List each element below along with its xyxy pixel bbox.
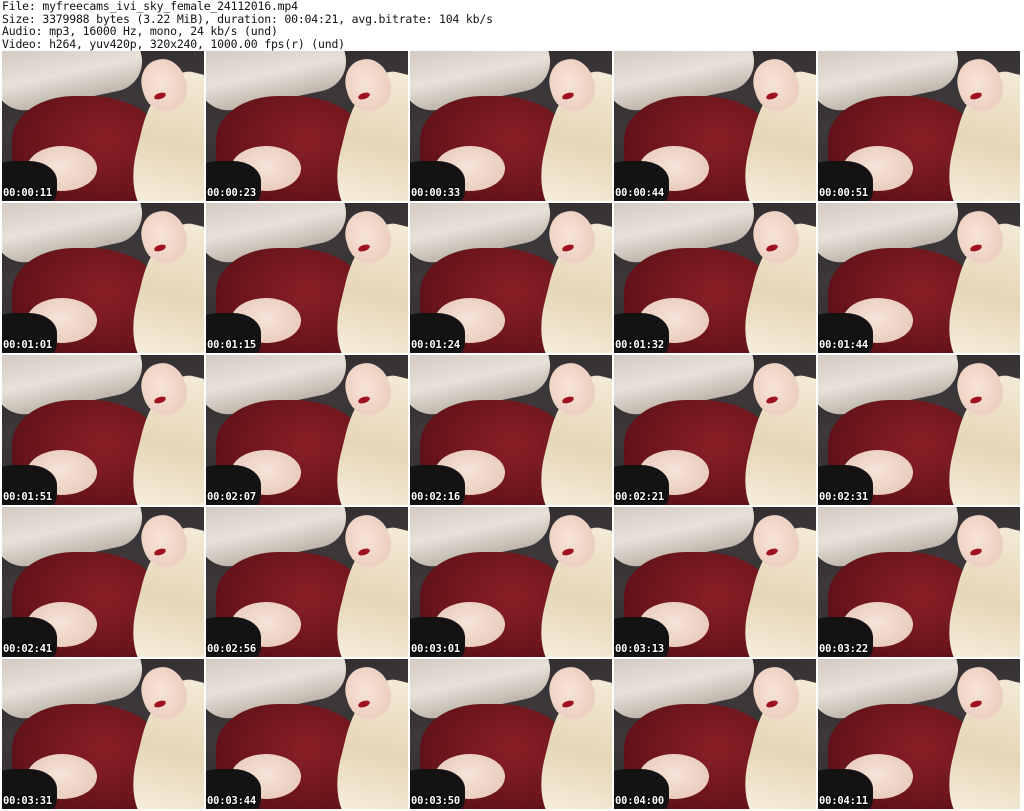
thumbnail-timestamp: 00:01:01 xyxy=(3,339,52,351)
video-thumbnail: 00:01:32 xyxy=(614,203,816,353)
frame-image xyxy=(206,659,408,809)
thumbnail-timestamp: 00:03:01 xyxy=(411,643,460,655)
frame-image xyxy=(206,355,408,505)
video-thumbnail: 00:02:31 xyxy=(818,355,1020,505)
frame-image xyxy=(614,507,816,657)
frame-image xyxy=(410,51,612,201)
video-thumbnail: 00:04:11 xyxy=(818,659,1020,809)
frame-image xyxy=(2,507,204,657)
thumbnail-timestamp: 00:03:13 xyxy=(615,643,664,655)
video-thumbnail: 00:01:51 xyxy=(2,355,204,505)
video-thumbnail: 00:02:21 xyxy=(614,355,816,505)
thumbnail-timestamp: 00:01:15 xyxy=(207,339,256,351)
frame-image xyxy=(614,51,816,201)
video-thumbnail: 00:00:44 xyxy=(614,51,816,201)
frame-image xyxy=(2,355,204,505)
thumbnail-timestamp: 00:00:33 xyxy=(411,187,460,199)
thumbnail-timestamp: 00:02:31 xyxy=(819,491,868,503)
thumbnail-timestamp: 00:03:50 xyxy=(411,795,460,807)
frame-image xyxy=(410,507,612,657)
frame-image xyxy=(818,51,1020,201)
frame-image xyxy=(818,507,1020,657)
thumbnail-timestamp: 00:04:11 xyxy=(819,795,868,807)
thumbnail-timestamp: 00:03:44 xyxy=(207,795,256,807)
video-thumbnail: 00:02:56 xyxy=(206,507,408,657)
video-thumbnail: 00:01:15 xyxy=(206,203,408,353)
frame-image xyxy=(614,659,816,809)
file-name-line: File: myfreecams_ivi_sky_female_24112016… xyxy=(2,0,298,13)
video-thumbnail: 00:01:24 xyxy=(410,203,612,353)
frame-image xyxy=(2,203,204,353)
thumbnail-timestamp: 00:00:23 xyxy=(207,187,256,199)
video-thumbnail: 00:03:13 xyxy=(614,507,816,657)
thumbnail-timestamp: 00:02:56 xyxy=(207,643,256,655)
thumbnail-timestamp: 00:01:24 xyxy=(411,339,460,351)
thumbnail-timestamp: 00:01:51 xyxy=(3,491,52,503)
video-info-line: Video: h264, yuv420p, 320x240, 1000.00 f… xyxy=(2,36,345,51)
thumbnail-timestamp: 00:01:44 xyxy=(819,339,868,351)
thumbnail-timestamp: 00:02:07 xyxy=(207,491,256,503)
thumbnail-timestamp: 00:00:44 xyxy=(615,187,664,199)
video-thumbnail: 00:00:11 xyxy=(2,51,204,201)
thumbnail-timestamp: 00:03:31 xyxy=(3,795,52,807)
video-thumbnail: 00:02:07 xyxy=(206,355,408,505)
video-thumbnail: 00:01:44 xyxy=(818,203,1020,353)
frame-image xyxy=(410,355,612,505)
frame-image xyxy=(410,659,612,809)
thumbnail-timestamp: 00:04:00 xyxy=(615,795,664,807)
video-thumbnail: 00:00:23 xyxy=(206,51,408,201)
video-thumbnail: 00:02:16 xyxy=(410,355,612,505)
video-thumbnail: 00:04:00 xyxy=(614,659,816,809)
thumbnail-timestamp: 00:00:51 xyxy=(819,187,868,199)
thumbnail-timestamp: 00:03:22 xyxy=(819,643,868,655)
frame-image xyxy=(410,203,612,353)
frame-image xyxy=(2,659,204,809)
thumbnail-timestamp: 00:01:32 xyxy=(615,339,664,351)
video-thumbnail: 00:03:44 xyxy=(206,659,408,809)
frame-image xyxy=(206,507,408,657)
frame-image xyxy=(818,203,1020,353)
video-thumbnail: 00:01:01 xyxy=(2,203,204,353)
thumbnail-timestamp: 00:02:41 xyxy=(3,643,52,655)
audio-info-line: Audio: mp3, 16000 Hz, mono, 24 kb/s (und… xyxy=(2,24,278,38)
frame-image xyxy=(818,355,1020,505)
video-thumbnail: 00:03:50 xyxy=(410,659,612,809)
frame-image xyxy=(818,659,1020,809)
thumbnail-timestamp: 00:02:16 xyxy=(411,491,460,503)
thumbnail-timestamp: 00:02:21 xyxy=(615,491,664,503)
video-thumbnail: 00:00:51 xyxy=(818,51,1020,201)
video-thumbnail: 00:03:31 xyxy=(2,659,204,809)
frame-image xyxy=(206,203,408,353)
video-thumbnail: 00:02:41 xyxy=(2,507,204,657)
thumbnail-timestamp: 00:00:11 xyxy=(3,187,52,199)
frame-image xyxy=(206,51,408,201)
video-thumbnail: 00:00:33 xyxy=(410,51,612,201)
frame-image xyxy=(614,355,816,505)
frame-image xyxy=(614,203,816,353)
frame-image xyxy=(2,51,204,201)
thumbnail-grid: 00:00:11 00:00:23 00:00:33 00:00:44 00:0… xyxy=(2,51,1022,811)
video-thumbnail: 00:03:01 xyxy=(410,507,612,657)
video-thumbnail: 00:03:22 xyxy=(818,507,1020,657)
file-info-header: File: myfreecams_ivi_sky_female_24112016… xyxy=(2,0,1022,50)
